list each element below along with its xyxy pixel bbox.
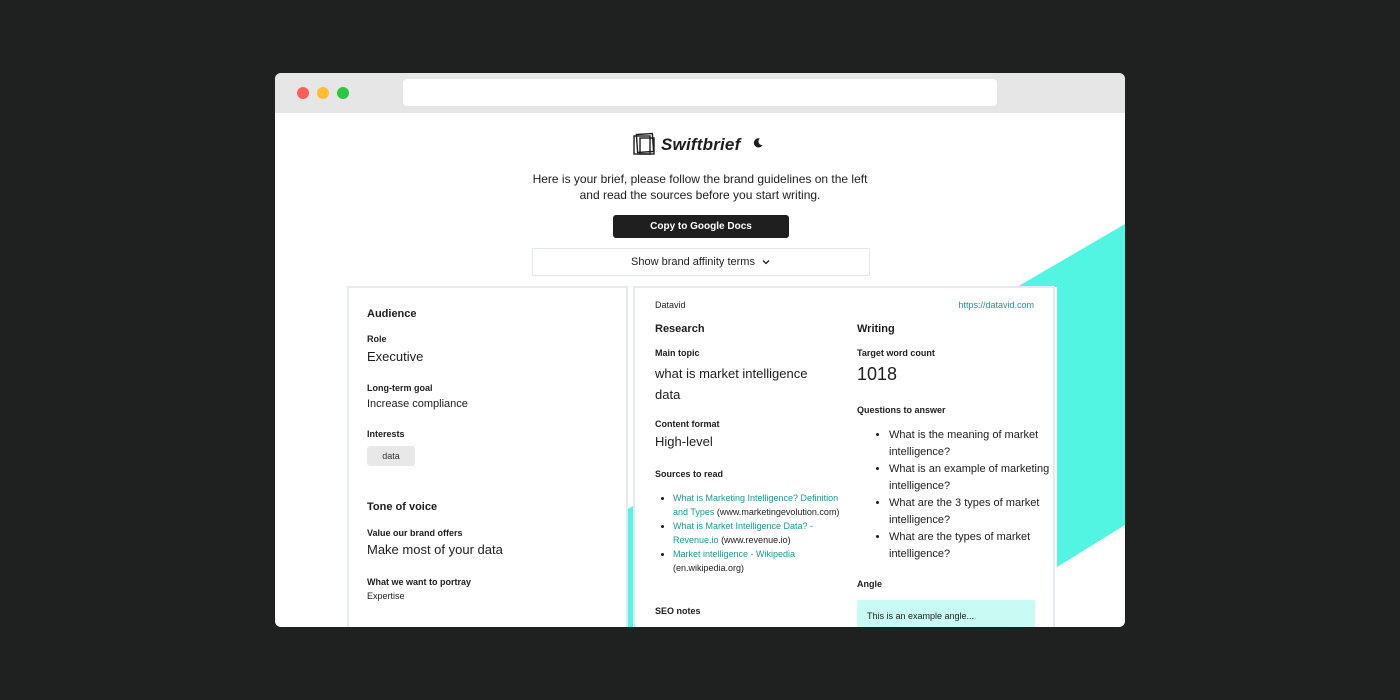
sources-label: Sources to read: [655, 469, 724, 479]
sources-list: What is Marketing Intelligence? Definiti…: [655, 491, 843, 575]
source-domain: (www.marketingevolution.com): [716, 507, 840, 517]
portray-label: What we want to portray: [367, 577, 472, 587]
brand-value-value: Make most of your data: [367, 542, 503, 557]
source-domain: (www.revenue.io): [721, 535, 791, 545]
angle-field[interactable]: This is an example angle...: [857, 600, 1035, 627]
goal-value: Increase compliance: [367, 398, 468, 410]
intro-text: Here is your brief, please follow the br…: [532, 172, 868, 202]
affinity-toggle-label: Show brand affinity terms: [631, 256, 755, 268]
show-brand-affinity-toggle[interactable]: Show brand affinity terms: [532, 248, 870, 276]
brand-value-label: Value our brand offers: [367, 528, 463, 538]
portray-value: Expertise: [367, 591, 405, 601]
source-item: Market intelligence - Wikipedia (en.wiki…: [673, 547, 843, 575]
tone-heading: Tone of voice: [367, 501, 438, 513]
writing-heading: Writing: [857, 323, 895, 335]
browser-window: Swiftbrief Here is your brief, please fo…: [275, 73, 1125, 627]
questions-list: What is the meaning of market intelligen…: [857, 427, 1069, 563]
content-format-value: High-level: [655, 434, 713, 449]
close-window-button[interactable]: [297, 87, 309, 99]
brief-card: Datavid https://datavid.com Research Mai…: [633, 286, 1055, 627]
minimize-window-button[interactable]: [317, 87, 329, 99]
questions-label: Questions to answer: [857, 405, 946, 415]
company-name: Datavid: [655, 300, 686, 310]
company-url-link[interactable]: https://datavid.com: [958, 300, 1034, 310]
research-heading: Research: [655, 323, 705, 335]
swiftbrief-logo-icon: [633, 132, 655, 155]
word-count-label: Target word count: [857, 348, 935, 358]
seo-notes-label: SEO notes: [655, 606, 701, 616]
word-count-value: 1018: [857, 364, 898, 384]
role-value: Executive: [367, 349, 424, 364]
interest-tag: data: [367, 446, 415, 466]
browser-titlebar: [275, 73, 1125, 113]
brand-guidelines-card: Audience Role Executive Long-term goal I…: [347, 286, 628, 627]
chevron-down-icon: [762, 260, 770, 265]
goal-label: Long-term goal: [367, 383, 433, 393]
page-content: Swiftbrief Here is your brief, please fo…: [275, 113, 1125, 627]
question-item: What is the meaning of market intelligen…: [889, 427, 1069, 461]
address-bar[interactable]: [403, 79, 997, 106]
question-item: What are the types of market intelligenc…: [889, 529, 1069, 563]
role-label: Role: [367, 334, 387, 344]
source-item: What is Marketing Intelligence? Definiti…: [673, 491, 843, 519]
angle-label: Angle: [857, 579, 883, 589]
brand-logo: Swiftbrief: [633, 131, 740, 159]
source-domain: (en.wikipedia.org): [673, 563, 745, 573]
copy-to-google-docs-button[interactable]: Copy to Google Docs: [613, 215, 789, 238]
content-format-label: Content format: [655, 419, 720, 429]
question-item: What is an example of marketing intellig…: [889, 461, 1069, 495]
question-item: What are the 3 types of market intellige…: [889, 495, 1069, 529]
audience-heading: Audience: [367, 308, 417, 320]
main-topic-value: what is market intelligence data: [655, 366, 808, 402]
brand-name: Swiftbrief: [661, 135, 741, 154]
main-topic-label: Main topic: [655, 348, 700, 358]
interests-label: Interests: [367, 429, 405, 439]
maximize-window-button[interactable]: [337, 87, 349, 99]
dark-mode-toggle-icon[interactable]: [752, 137, 764, 149]
source-item: What is Market Intelligence Data? - Reve…: [673, 519, 843, 547]
source-link[interactable]: Market intelligence - Wikipedia: [673, 549, 795, 559]
